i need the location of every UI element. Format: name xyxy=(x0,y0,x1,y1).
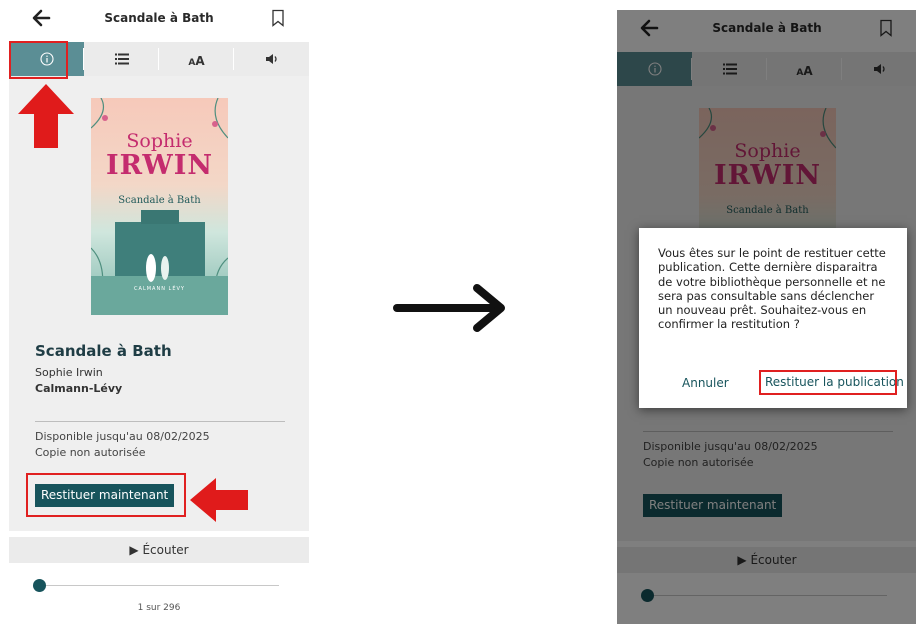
cover-title: Scandale à Bath xyxy=(118,195,201,206)
return-confirmation-dialog: Vous êtes sur le point de restituer cett… xyxy=(639,228,907,408)
page-title: Scandale à Bath xyxy=(104,11,214,25)
bookmark-icon[interactable] xyxy=(271,9,285,27)
play-icon: ▶ xyxy=(129,543,139,557)
progress-slider-handle[interactable] xyxy=(33,579,46,592)
red-left-arrow-icon xyxy=(190,478,248,522)
divider xyxy=(35,421,285,422)
speaker-icon xyxy=(265,54,277,64)
page-indicator: 1 sur 296 xyxy=(137,603,181,613)
font-size-label: AA xyxy=(188,54,205,68)
reader-screen-after: Scandale à Bath AA Sophie xyxy=(617,10,916,624)
listen-button[interactable]: ▶ Écouter xyxy=(9,537,309,563)
cover-publisher: CALMANN LÉVY xyxy=(134,286,185,292)
copy-status-text: Copie non autorisée xyxy=(35,446,146,459)
tab-font-size[interactable]: AA xyxy=(159,42,234,76)
progress-slider-track[interactable] xyxy=(39,585,279,586)
book-title: Scandale à Bath xyxy=(35,342,172,360)
cancel-button[interactable]: Annuler xyxy=(682,376,729,390)
book-author: Sophie Irwin xyxy=(35,366,103,379)
highlight-box-return xyxy=(26,473,186,517)
top-bar: Scandale à Bath xyxy=(9,0,309,38)
book-publisher: Calmann-Lévy xyxy=(35,382,123,395)
highlight-box-confirm xyxy=(759,370,897,395)
cover-author-first: Sophie xyxy=(126,130,193,152)
book-cover: Sophie IRWIN Scandale à Bath CALMANN LÉV… xyxy=(91,98,228,315)
cover-author-last: IRWIN xyxy=(105,150,214,181)
list-icon xyxy=(114,53,129,65)
dialog-message: Vous êtes sur le point de restituer cett… xyxy=(658,246,886,332)
highlight-box-info xyxy=(9,41,68,79)
tab-audio[interactable] xyxy=(234,42,309,76)
availability-text: Disponible jusqu'au 08/02/2025 xyxy=(35,430,210,443)
right-arrow-icon xyxy=(393,284,505,332)
red-up-arrow-icon xyxy=(18,84,74,148)
listen-label: Écouter xyxy=(142,543,189,557)
tab-table-of-contents[interactable] xyxy=(84,42,159,76)
